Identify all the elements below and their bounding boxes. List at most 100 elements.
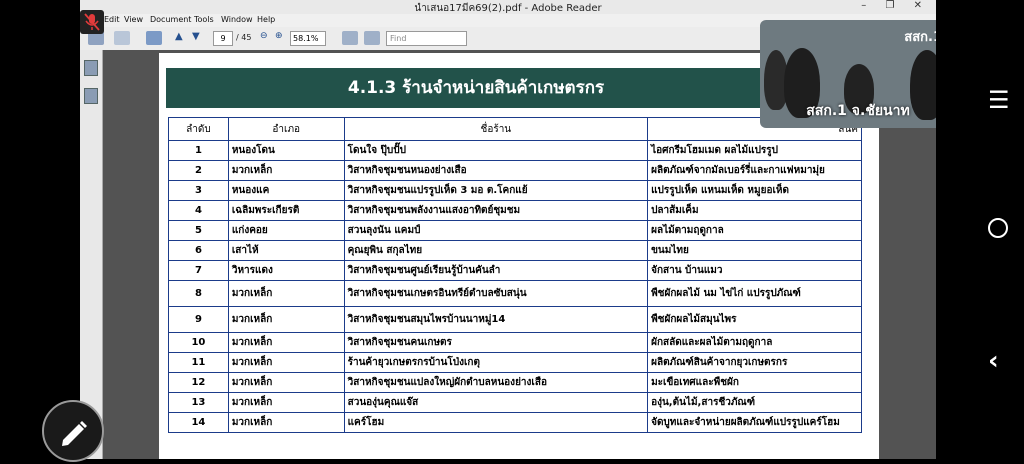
menu-edit[interactable]: Edit [104,15,120,24]
row-number: 2 [168,160,229,181]
product-cell: จักสาน บ้านแมว [647,260,862,281]
table-row: 3 หนองแค วิสาหกิจชุมชนแปรรูปเห็ด 3 มอ ต.โค… [168,180,862,201]
zoom-out-icon[interactable]: ⊖ [260,31,268,45]
screen: นำเสนอ17มีค69(2).pdf - Adobe Reader – ❐ … [0,0,1024,462]
column-header: ชื่อร้าน [343,117,649,141]
product-cell: องุ่น,ต้นไม้,สารชีวภัณฑ์ [647,392,862,413]
back-icon[interactable]: ‹ [988,346,999,376]
menu-tools[interactable]: Tools [194,15,214,24]
table-row: 13 มวกเหล็ก สวนองุ่นคุณแจ๊ส องุ่น,ต้นไม้,สา… [168,392,862,413]
row-number: 11 [168,352,229,373]
navigation-pane [80,50,103,459]
district-cell: มวกเหล็ก [227,372,345,393]
attachments-panel-icon[interactable] [84,88,98,104]
district-cell: มวกเหล็ก [227,412,345,433]
store-name-cell: วิสาหกิจชุมชนแปรรูปเห็ด 3 มอ ต.โคกแย้ [343,180,649,201]
product-cell: ปลาส้มเค็ม [647,200,862,221]
pen-icon [62,421,87,446]
page-heading: 4.1.3 ร้านจำหน่ายสินค้าเกษตรกร [166,68,786,108]
find-input[interactable]: Find [386,31,467,46]
table-row: 11 มวกเหล็ก ร้านค้ายุวเกษตรกรบ้านโป่งเกตุผ… [168,352,862,373]
store-name-cell: วิสาหกิจชุมชนพลังงานแสงอาทิตย์ชุมชม [343,200,649,221]
annotate-pen-button[interactable] [42,400,104,462]
table-row: 9 มวกเหล็ก วิสาหกิจชุมชนสมุนไพรบ้านนาหมู่1… [168,306,862,333]
district-cell: มวกเหล็ก [227,392,345,413]
product-cell: ผลไม้ตามฤดูกาล [647,220,862,241]
district-cell: เฉลิมพระเกียรติ [227,200,345,221]
district-cell: หนองโดน [227,140,345,161]
fit-page-icon[interactable] [342,31,358,45]
row-number: 12 [168,372,229,393]
window-controls[interactable]: – ❐ ✕ [861,0,930,11]
table-row: 1 หนองโดน โดนใจ ปุ๊บปั๊ป ไอศกรีมโฮมเมด ผลไม… [168,140,862,161]
settings-icon[interactable] [114,31,130,45]
district-cell: มวกเหล็ก [227,280,345,307]
store-name-cell: โดนใจ ปุ๊บปั๊ป [343,140,649,161]
comment-icon[interactable] [146,31,162,45]
district-cell: มวกเหล็ก [227,306,345,333]
row-number: 9 [168,306,229,333]
row-number: 5 [168,220,229,241]
store-name-cell: ร้านค้ายุวเกษตรกรบ้านโป่งเกตุ [343,352,649,373]
product-cell: แปรรูปเห็ด แหนมเห็ด หมูยอเห็ด [647,180,862,201]
store-name-cell: แคร์โฮม [343,412,649,433]
row-number: 13 [168,392,229,413]
row-number: 4 [168,200,229,221]
row-number: 7 [168,260,229,281]
store-name-cell: คุณยุพิน สกุลไทย [343,240,649,261]
zoom-field[interactable]: 58.1% [290,31,326,46]
table-row: 6 เสาไห้ คุณยุพิน สกุลไทย ขนมไทย [168,240,862,261]
product-cell: ขนมไทย [647,240,862,261]
table-row: 2 มวกเหล็ก วิสาหกิจชุมชนหนองย่างเสือ ผลิตภั… [168,160,862,181]
video-participant-tile[interactable]: สสก.1 สสก.1 จ.ชัยนาท [760,20,956,128]
store-name-cell: วิสาหกิจชุมชนคนเกษตร [343,332,649,353]
store-name-cell: วิสาหกิจชุมชนหนองย่างเสือ [343,160,649,181]
menu-icon[interactable]: ☰ [988,86,1010,114]
previous-page-icon[interactable]: ▲ [175,31,183,45]
mute-microphone-button[interactable] [80,10,104,34]
next-page-icon[interactable]: ▼ [192,31,200,45]
zoom-in-icon[interactable]: ⊕ [275,31,283,45]
district-cell: มวกเหล็ก [227,332,345,353]
product-cell: ผลิตภัณฑ์สินค้าจากยุวเกษตรกร [647,352,862,373]
district-cell: มวกเหล็ก [227,160,345,181]
store-name-cell: สวนลุงนัน แคมป์ [343,220,649,241]
district-cell: เสาไห้ [227,240,345,261]
row-number: 6 [168,240,229,261]
android-navigation-bar: ☰ ‹ [936,0,1024,459]
table-row: 10 มวกเหล็ก วิสาหกิจชุมชนคนเกษตร ผักสลัดและ… [168,332,862,353]
product-cell: พืชผักผลไม้ นม ไข่ไก่ แปรรูปภัณฑ์ [647,280,862,307]
page-number-input[interactable]: 9 [213,31,233,46]
menu-view[interactable]: View [124,15,143,24]
home-icon[interactable] [988,218,1008,238]
table-row: 5 แก่งคอย สวนลุงนัน แคมป์ ผลไม้ตามฤดูกาล [168,220,862,241]
product-cell: ไอศกรีมโฮมเมด ผลไม้แปรรูป [647,140,862,161]
product-cell: พืชผักผลไม้สมุนไพร [647,306,862,333]
store-name-cell: วิสาหกิจชุมชนเกษตรอินทรีย์ตำบลซับสนุ่น [343,280,649,307]
row-number: 10 [168,332,229,353]
pages-panel-icon[interactable] [84,60,98,76]
row-number: 8 [168,280,229,307]
district-cell: หนองแค [227,180,345,201]
row-number: 14 [168,412,229,433]
fullscreen-icon[interactable] [364,31,380,45]
menu-window[interactable]: Window [221,15,253,24]
product-cell: ผลิตภัณฑ์จากมัลเบอร์รี่และกาแฟหมามุ่ย [647,160,862,181]
product-cell: จัดบูทและจำหน่ายผลิตภัณฑ์แปรรูปแคร์โฮม [647,412,862,433]
menu-help[interactable]: Help [257,15,275,24]
stores-table: ลำดับ อำเภอ ชื่อร้าน สินค้ 1 หนองโดน โดนใจ… [168,117,862,433]
district-cell: มวกเหล็ก [227,352,345,373]
store-name-cell: วิสาหกิจชุมชนสมุนไพรบ้านนาหมู่14 [343,306,649,333]
district-cell: วิหารแดง [227,260,345,281]
store-name-cell: วิสาหกิจชุมชนแปลงใหญ่ผักตำบลหนองย่างเสือ [343,372,649,393]
table-row: 12 มวกเหล็ก วิสาหกิจชุมชนแปลงใหญ่ผักตำบลหน… [168,372,862,393]
row-number: 1 [168,140,229,161]
product-cell: ผักสลัดและผลไม้ตามฤดูกาล [647,332,862,353]
district-cell: แก่งคอย [227,220,345,241]
table-row: 7 วิหารแดง วิสาหกิจชุมชนศูนย์เรียนรู้บ้านค… [168,260,862,281]
table-row: 8 มวกเหล็ก วิสาหกิจชุมชนเกษตรอินทรีย์ตำบลซ… [168,280,862,307]
menu-document[interactable]: Document [150,15,191,24]
title-bar: นำเสนอ17มีค69(2).pdf - Adobe Reader – ❐ … [80,0,936,14]
table-row: 4 เฉลิมพระเกียรติ วิสาหกิจชุมชนพลังงานแสงอ… [168,200,862,221]
table-row: 14 มวกเหล็ก แคร์โฮม จัดบูทและจำหน่ายผลิตภัณ… [168,412,862,433]
